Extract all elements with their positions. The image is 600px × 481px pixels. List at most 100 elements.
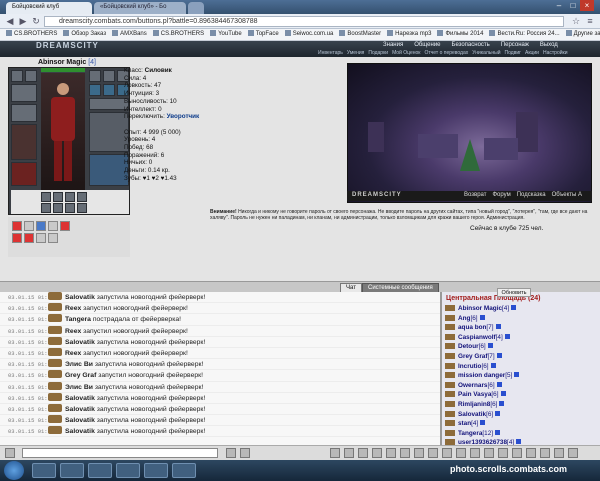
close-icon[interactable]: × — [580, 0, 594, 11]
bookmark-item[interactable]: CS.BROTHERS — [6, 29, 57, 40]
maximize-icon[interactable]: □ — [566, 0, 580, 11]
player-name[interactable]: stan — [458, 420, 471, 427]
belt-slot[interactable] — [53, 192, 63, 202]
scroll-icon[interactable] — [36, 221, 46, 231]
site-nav-link[interactable]: Знания — [383, 42, 403, 48]
taskbar-app-icon[interactable] — [172, 463, 196, 478]
toolbar-button[interactable] — [526, 448, 536, 458]
toolbar-button[interactable] — [330, 448, 340, 458]
ring-slot[interactable] — [89, 84, 101, 96]
message-time[interactable]: 03.01.15 01:24 — [0, 415, 54, 426]
browser-tab-active[interactable]: Бойцовский клуб — [6, 2, 92, 14]
browser-tab[interactable]: «Бойцовский клуб» - Бо — [94, 2, 186, 14]
site-nav-link[interactable]: Подвиг — [505, 50, 521, 56]
menu-icon[interactable]: ≡ — [584, 16, 596, 27]
bookmark-item[interactable]: CS.BROTHERS — [152, 29, 204, 40]
site-nav-link[interactable]: Инвентарь — [318, 50, 343, 56]
shield-slot[interactable] — [89, 112, 129, 152]
belt-slot[interactable] — [65, 203, 75, 213]
location-nav-link[interactable]: Подсказка — [517, 192, 546, 198]
player-info-icon[interactable] — [514, 372, 520, 378]
quick-slot[interactable] — [48, 233, 58, 243]
player-row[interactable]: mission danger[5] — [442, 371, 600, 381]
location-nav-link[interactable]: Форум — [493, 192, 511, 198]
site-nav-link[interactable]: Уникальный — [472, 50, 500, 56]
equip-slot[interactable] — [11, 104, 37, 122]
toolbar-button[interactable] — [554, 448, 564, 458]
forward-icon[interactable]: ▶ — [17, 16, 29, 27]
message-author[interactable]: Reex — [65, 350, 81, 357]
toolbar-button[interactable] — [372, 448, 382, 458]
message-time[interactable]: 03.01.15 01:24 — [0, 426, 54, 437]
taskbar-app-icon[interactable] — [32, 463, 56, 478]
site-nav-link[interactable]: Настройки — [543, 50, 568, 56]
quick-slot[interactable] — [48, 221, 58, 231]
bookmark-item[interactable]: Нарезка mp3 — [387, 29, 431, 40]
weapon-slot[interactable] — [11, 124, 37, 160]
player-row[interactable]: Owernars[6] — [442, 381, 600, 391]
potion-icon[interactable] — [12, 221, 22, 231]
back-icon[interactable]: ◀ — [4, 16, 16, 27]
toolbar-button[interactable] — [484, 448, 494, 458]
player-info-icon[interactable] — [495, 324, 501, 330]
clear-button[interactable] — [240, 448, 250, 458]
player-name[interactable]: Ang — [458, 315, 470, 322]
player-name[interactable]: Salovatik — [458, 411, 486, 418]
message-author[interactable]: Salovatik — [65, 406, 95, 413]
taskbar-app-icon[interactable] — [60, 463, 84, 478]
site-nav-link[interactable]: Подарки — [368, 50, 388, 56]
belt-slot[interactable] — [41, 192, 51, 202]
player-name[interactable]: Owernars — [458, 382, 487, 389]
player-info-icon[interactable] — [516, 439, 522, 445]
player-row[interactable]: aqua bon[7] — [442, 323, 600, 333]
message-time[interactable]: 03.01.15 01:24 — [0, 393, 54, 404]
location-nav-link[interactable]: Возврат — [464, 192, 487, 198]
potion-icon[interactable] — [60, 221, 70, 231]
player-row[interactable]: stan[4] — [442, 419, 600, 429]
belt-slot[interactable] — [65, 192, 75, 202]
belt-slot[interactable] — [53, 203, 63, 213]
player-row[interactable]: Tangera[12] — [442, 429, 600, 439]
potion-icon[interactable] — [24, 233, 34, 243]
message-time[interactable]: 03.01.15 01:24 — [0, 404, 54, 415]
refresh-button[interactable]: Обновить — [497, 288, 531, 297]
player-info-icon[interactable] — [499, 400, 505, 406]
equip-slot[interactable] — [89, 98, 129, 110]
bookmark-item[interactable]: Другие закладки — [565, 29, 600, 40]
player-row[interactable]: Incrutio[6] — [442, 362, 600, 372]
location-nav-link[interactable]: Объекты А — [552, 192, 582, 198]
message-time[interactable]: 03.01.15 01:24 — [0, 382, 54, 393]
toolbar-button[interactable] — [358, 448, 368, 458]
toolbar-button[interactable] — [344, 448, 354, 458]
player-info-icon[interactable] — [504, 333, 510, 339]
message-time[interactable]: 03.01.15 01:24 — [0, 370, 54, 381]
toolbar-button[interactable] — [512, 448, 522, 458]
url-input[interactable]: dreamscity.combats.com/buttons.pl?battle… — [44, 16, 564, 27]
chat-input[interactable] — [22, 448, 218, 458]
message-author[interactable]: Salovatik — [65, 417, 95, 424]
belt-slot[interactable] — [77, 203, 87, 213]
player-info-icon[interactable] — [511, 305, 517, 310]
message-author[interactable]: Salovatik — [65, 428, 95, 435]
message-time[interactable]: 03.01.15 01:24 — [0, 292, 54, 303]
toolbar-button[interactable] — [470, 448, 480, 458]
stat-value[interactable]: Уворотчик — [167, 113, 200, 120]
site-nav-link[interactable]: Безопасность — [452, 42, 490, 48]
player-info-icon[interactable] — [500, 391, 506, 397]
site-nav-link[interactable]: Отчет о переводах — [424, 50, 468, 56]
toolbar-button[interactable] — [540, 448, 550, 458]
taskbar-app-icon[interactable] — [116, 463, 140, 478]
reload-icon[interactable]: ↻ — [30, 16, 42, 27]
site-nav-link[interactable]: Персонаж — [501, 42, 529, 48]
player-name[interactable]: Pain Vasya — [458, 391, 491, 398]
toolbar-button[interactable] — [568, 448, 578, 458]
location-image[interactable] — [347, 63, 592, 203]
toolbar-button[interactable] — [400, 448, 410, 458]
message-author[interactable]: Grey Graf — [65, 372, 96, 379]
message-time[interactable]: 03.01.15 01:24 — [0, 314, 54, 325]
taskbar-app-icon[interactable] — [144, 463, 168, 478]
player-name[interactable]: Detour — [458, 343, 479, 350]
player-info-icon[interactable] — [480, 420, 486, 426]
bookmark-item[interactable]: TopFace — [247, 29, 279, 40]
start-button[interactable] — [4, 461, 24, 480]
